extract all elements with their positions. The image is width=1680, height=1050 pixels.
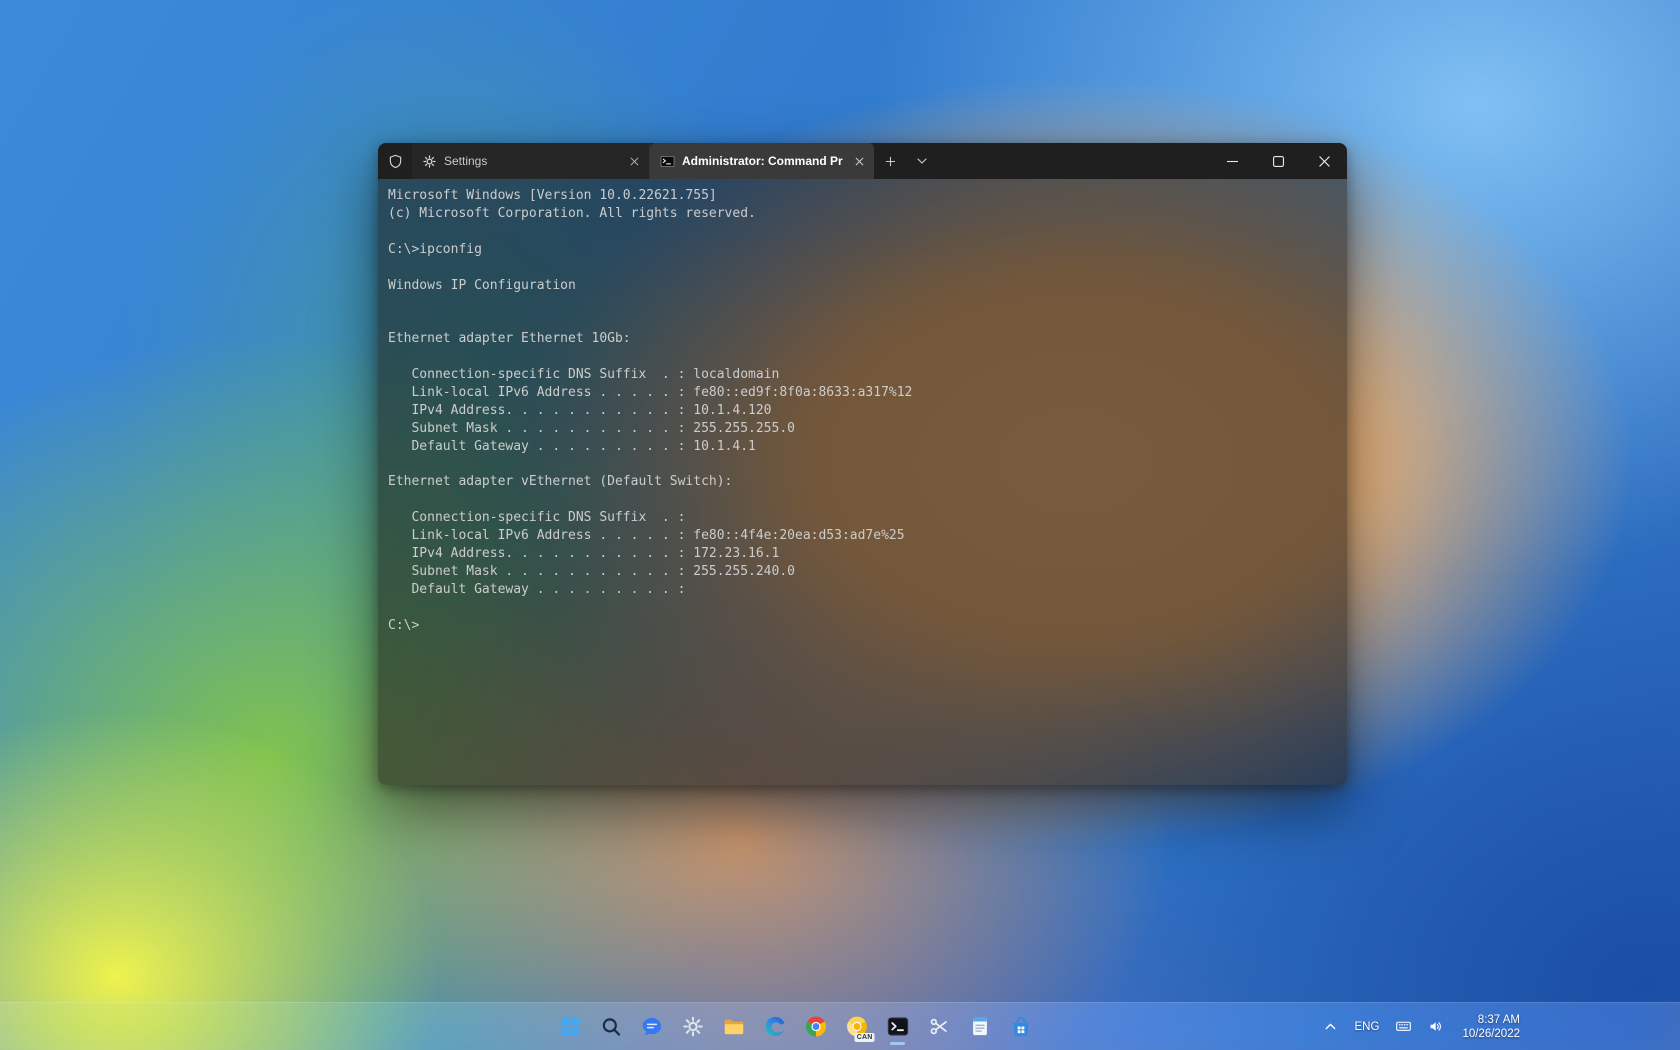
volume-icon[interactable]: [1421, 1009, 1452, 1045]
terminal-line: (c) Microsoft Corporation. All rights re…: [388, 205, 1337, 223]
taskbar-icon-chat[interactable]: [633, 1008, 671, 1046]
terminal-line: IPv4 Address. . . . . . . . . . . : 172.…: [388, 545, 1337, 563]
terminal-line: Link-local IPv6 Address . . . . . : fe80…: [388, 527, 1337, 545]
terminal-line: Ethernet adapter vEthernet (Default Swit…: [388, 473, 1337, 491]
maximize-button[interactable]: [1255, 143, 1301, 179]
new-tab-button[interactable]: [876, 148, 905, 175]
tab-admin-label: Administrator: Command Pro: [682, 154, 843, 168]
terminal-output[interactable]: Microsoft Windows [Version 10.0.22621.75…: [378, 179, 1347, 785]
desktop-wallpaper: Settings Administrator: Command Pro: [0, 0, 1680, 1050]
terminal-window: Settings Administrator: Command Pro: [378, 143, 1347, 785]
terminal-line: Windows IP Configuration: [388, 277, 1337, 295]
tab-settings-close-icon[interactable]: [625, 152, 643, 170]
terminal-line: Microsoft Windows [Version 10.0.22621.75…: [388, 187, 1337, 205]
titlebar-empty-area[interactable]: [936, 143, 1209, 179]
taskbar-icon-notepad[interactable]: [961, 1008, 999, 1046]
terminal-line: IPv4 Address. . . . . . . . . . . : 10.1…: [388, 402, 1337, 420]
terminal-line: [388, 348, 1337, 366]
taskbar-icon-chrome[interactable]: [797, 1008, 835, 1046]
tab-settings[interactable]: Settings: [412, 143, 650, 179]
taskbar-icon-chrome-canary[interactable]: CAN: [838, 1008, 876, 1046]
close-button[interactable]: [1301, 143, 1347, 179]
gear-icon: [422, 154, 437, 169]
terminal-line: Default Gateway . . . . . . . . . : 10.1…: [388, 438, 1337, 456]
terminal-line: C:\>ipconfig: [388, 241, 1337, 259]
terminal-line: Connection-specific DNS Suffix . :: [388, 509, 1337, 527]
tab-admin-command-prompt[interactable]: Administrator: Command Pro: [650, 143, 874, 179]
admin-shield-icon: [378, 143, 412, 179]
terminal-line: [388, 599, 1337, 617]
touch-keyboard-icon[interactable]: [1388, 1009, 1419, 1045]
tray-chevron-up-icon[interactable]: [1315, 1009, 1346, 1045]
chrome-canary-badge: CAN: [855, 1033, 875, 1042]
taskbar-icon-search[interactable]: [592, 1008, 630, 1046]
terminal-line: [388, 259, 1337, 277]
tab-settings-label: Settings: [444, 154, 618, 168]
clock[interactable]: 8:37 AM 10/26/2022: [1454, 1009, 1528, 1045]
tab-dropdown-button[interactable]: [907, 148, 936, 175]
taskbar-icons: CAN: [551, 1003, 1040, 1050]
tray-date: 10/26/2022: [1462, 1027, 1520, 1041]
taskbar-icon-start[interactable]: [551, 1008, 589, 1046]
window-controls: [1209, 143, 1347, 179]
terminal-line: [388, 491, 1337, 509]
tab-admin-close-icon[interactable]: [850, 152, 868, 170]
cmd-icon: [660, 154, 675, 169]
terminal-line: [388, 312, 1337, 330]
terminal-line: Link-local IPv6 Address . . . . . : fe80…: [388, 384, 1337, 402]
taskbar-icon-file-explorer[interactable]: [715, 1008, 753, 1046]
terminal-line: C:\>: [388, 617, 1337, 635]
taskbar: CAN ENG 8:37 AM 10/26/2022: [0, 1002, 1680, 1050]
terminal-line: [388, 456, 1337, 474]
terminal-line: [388, 223, 1337, 241]
taskbar-icon-store[interactable]: [1002, 1008, 1040, 1046]
terminal-line: Subnet Mask . . . . . . . . . . . : 255.…: [388, 563, 1337, 581]
titlebar-drag-region[interactable]: Settings Administrator: Command Pro: [378, 143, 1347, 179]
terminal-line: Ethernet adapter Ethernet 10Gb:: [388, 330, 1337, 348]
terminal-line: [388, 294, 1337, 312]
minimize-button[interactable]: [1209, 143, 1255, 179]
tray-time: 8:37 AM: [1462, 1013, 1520, 1027]
language-indicator[interactable]: ENG: [1348, 1009, 1387, 1045]
taskbar-icon-settings[interactable]: [674, 1008, 712, 1046]
terminal-line: Connection-specific DNS Suffix . : local…: [388, 366, 1337, 384]
taskbar-icon-snipping-tool[interactable]: [920, 1008, 958, 1046]
taskbar-icon-terminal[interactable]: [879, 1008, 917, 1046]
terminal-line: Subnet Mask . . . . . . . . . . . : 255.…: [388, 420, 1337, 438]
taskbar-icon-edge[interactable]: [756, 1008, 794, 1046]
terminal-line: Default Gateway . . . . . . . . . :: [388, 581, 1337, 599]
system-tray: ENG 8:37 AM 10/26/2022: [1315, 1003, 1528, 1050]
